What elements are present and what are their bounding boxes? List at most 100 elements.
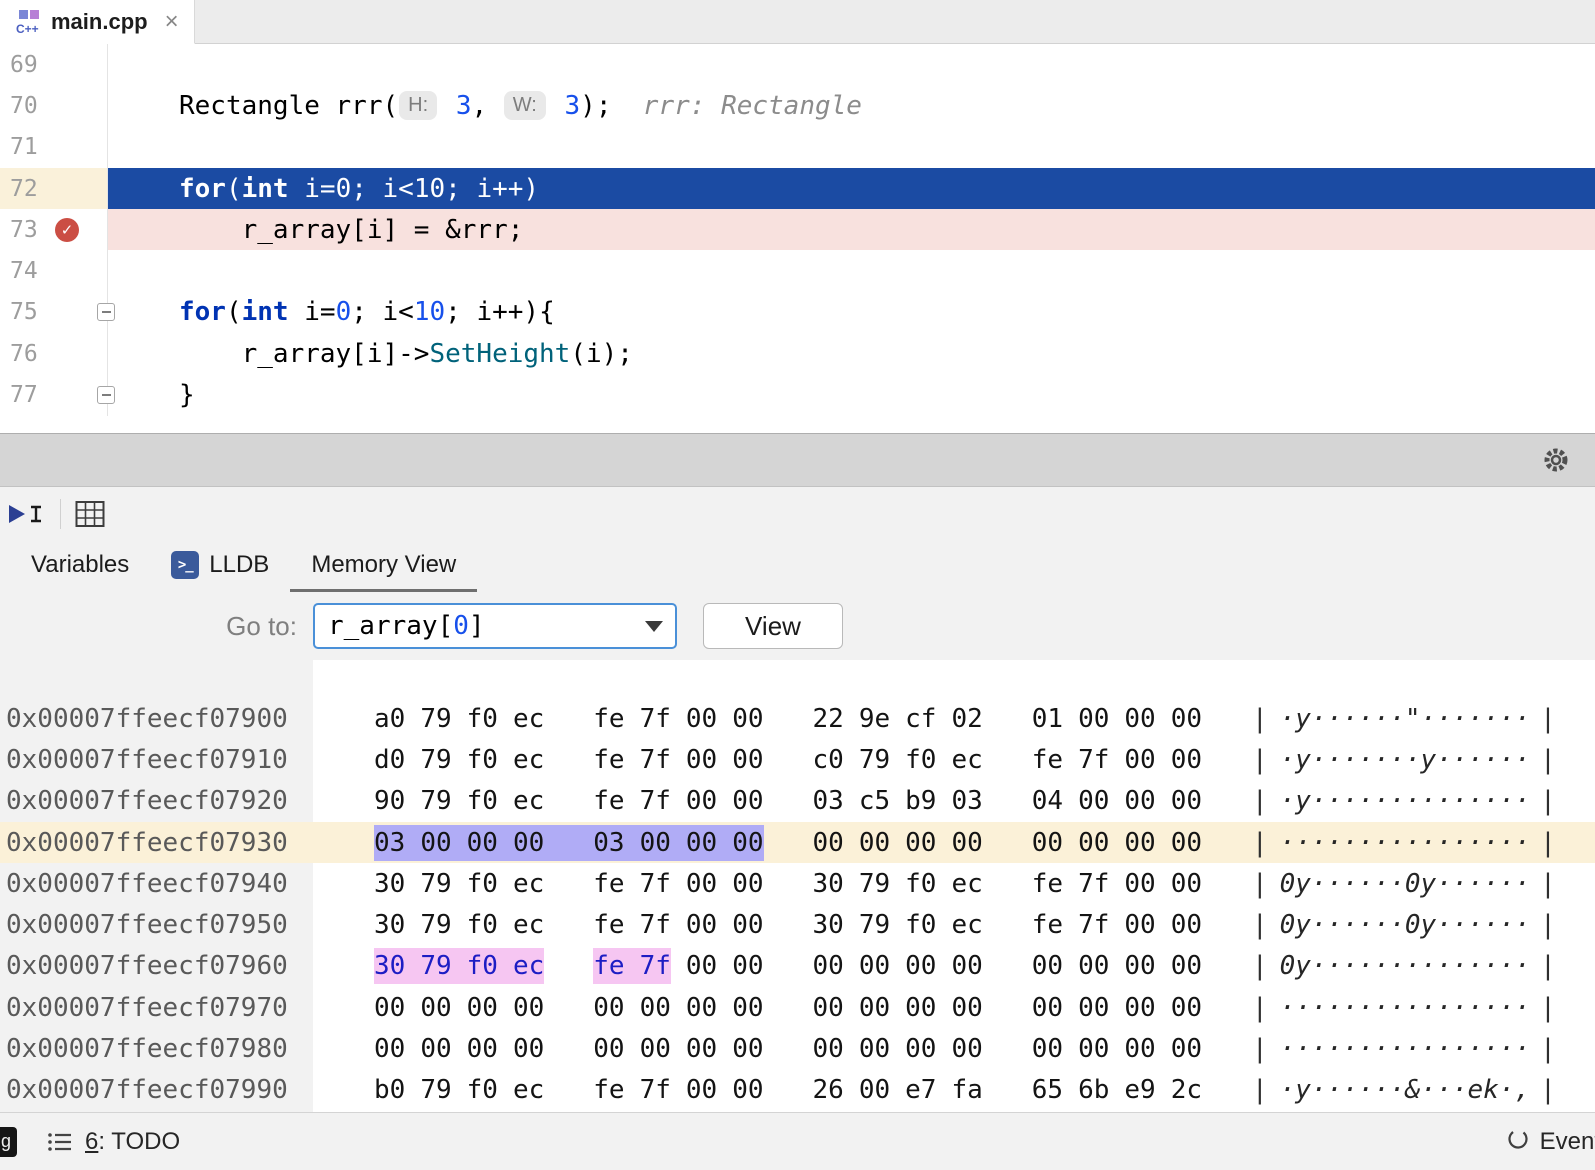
memory-byte[interactable]: 00 <box>732 1072 763 1108</box>
memory-byte[interactable]: 00 <box>640 1031 671 1067</box>
memory-byte[interactable]: 00 <box>732 990 763 1026</box>
memory-row[interactable]: 0x00007ffeecf079503079f0ecfe7f00003079f0… <box>0 904 1595 945</box>
memory-byte[interactable]: 00 <box>732 907 763 943</box>
memory-byte[interactable]: 00 <box>467 825 498 861</box>
memory-byte[interactable]: 00 <box>420 825 451 861</box>
memory-byte[interactable]: ec <box>513 1072 544 1108</box>
memory-byte[interactable]: 7f <box>1078 866 1109 902</box>
memory-byte[interactable]: 00 <box>1171 1031 1202 1067</box>
memory-byte[interactable]: 00 <box>859 990 890 1026</box>
memory-byte[interactable]: 00 <box>732 866 763 902</box>
memory-byte[interactable]: 00 <box>513 825 544 861</box>
event-log-icon[interactable] <box>1506 1127 1530 1156</box>
memory-byte[interactable]: fe <box>593 701 624 737</box>
memory-row[interactable]: 0x00007ffeecf079700000000000000000000000… <box>0 987 1595 1028</box>
editor-gutter[interactable]: 77 <box>0 374 108 415</box>
memory-byte[interactable]: f0 <box>467 948 498 984</box>
editor-gutter[interactable]: 73✓ <box>0 209 108 250</box>
memory-row[interactable]: 0x00007ffeecf07990b079f0ecfe7f00002600e7… <box>0 1070 1595 1111</box>
code-line[interactable]: 69 <box>0 44 1595 85</box>
memory-byte[interactable]: 79 <box>420 742 451 778</box>
memory-byte[interactable]: 00 <box>1124 1031 1155 1067</box>
memory-byte[interactable]: 03 <box>951 783 982 819</box>
line-number[interactable]: 71 <box>0 134 38 160</box>
line-number[interactable]: 77 <box>0 382 38 408</box>
memory-byte[interactable]: 30 <box>813 866 844 902</box>
memory-byte[interactable]: 00 <box>1171 948 1202 984</box>
memory-byte[interactable]: 03 <box>813 783 844 819</box>
memory-byte[interactable]: 00 <box>374 990 405 1026</box>
tab-lldb[interactable]: >_ LLDB <box>150 541 290 592</box>
memory-byte[interactable]: a0 <box>374 701 405 737</box>
memory-byte[interactable]: 00 <box>1171 866 1202 902</box>
memory-byte[interactable]: 00 <box>859 1031 890 1067</box>
memory-row[interactable]: 0x00007ffeecf079800000000000000000000000… <box>0 1028 1595 1069</box>
memory-byte[interactable]: ec <box>513 742 544 778</box>
memory-byte[interactable]: 01 <box>1032 701 1063 737</box>
editor-gutter[interactable]: 70 <box>0 85 108 126</box>
memory-byte[interactable]: 00 <box>905 825 936 861</box>
memory-byte[interactable]: fe <box>593 742 624 778</box>
memory-row[interactable]: 0x00007ffeecf079603079f0ecfe7f0000000000… <box>0 946 1595 987</box>
memory-row[interactable]: 0x00007ffeecf079403079f0ecfe7f00003079f0… <box>0 863 1595 904</box>
memory-byte[interactable]: 00 <box>686 948 717 984</box>
memory-byte[interactable]: 9e <box>859 701 890 737</box>
memory-byte[interactable]: 00 <box>1171 783 1202 819</box>
memory-row[interactable]: 0x00007ffeecf07900a079f0ecfe7f0000229ecf… <box>0 698 1595 739</box>
memory-byte[interactable]: 79 <box>420 866 451 902</box>
memory-byte[interactable]: 00 <box>1171 990 1202 1026</box>
memory-byte[interactable]: ec <box>951 742 982 778</box>
memory-byte[interactable]: fe <box>1032 907 1063 943</box>
line-number[interactable]: 74 <box>0 258 38 284</box>
memory-byte[interactable]: 00 <box>1078 783 1109 819</box>
editor-gutter[interactable]: 72 <box>0 168 108 209</box>
fold-open-icon[interactable] <box>97 303 115 321</box>
memory-byte[interactable]: 00 <box>1171 701 1202 737</box>
status-event-label[interactable]: Event <box>1540 1128 1595 1156</box>
memory-byte[interactable]: 00 <box>1078 990 1109 1026</box>
memory-byte[interactable]: fe <box>593 948 624 984</box>
panel-splitter[interactable] <box>0 433 1595 487</box>
memory-byte[interactable]: 00 <box>1078 701 1109 737</box>
memory-byte[interactable]: ec <box>951 866 982 902</box>
memory-byte[interactable]: 7f <box>640 742 671 778</box>
memory-byte[interactable]: 04 <box>1032 783 1063 819</box>
memory-byte[interactable]: 00 <box>467 1031 498 1067</box>
memory-byte[interactable]: 65 <box>1032 1072 1063 1108</box>
memory-byte[interactable]: 00 <box>686 1031 717 1067</box>
memory-byte[interactable]: f0 <box>467 783 498 819</box>
memory-byte[interactable]: ec <box>513 907 544 943</box>
memory-byte[interactable]: 22 <box>813 701 844 737</box>
memory-byte[interactable]: 30 <box>374 866 405 902</box>
memory-byte[interactable]: 7f <box>640 907 671 943</box>
memory-byte[interactable]: f0 <box>905 742 936 778</box>
memory-byte[interactable]: 00 <box>813 990 844 1026</box>
memory-byte[interactable]: 00 <box>813 1031 844 1067</box>
memory-byte[interactable]: fe <box>593 783 624 819</box>
memory-byte[interactable]: 00 <box>1124 948 1155 984</box>
memory-byte[interactable]: 90 <box>374 783 405 819</box>
memory-byte[interactable]: 00 <box>513 1031 544 1067</box>
memory-byte[interactable]: c0 <box>813 742 844 778</box>
memory-byte[interactable]: 00 <box>1032 825 1063 861</box>
line-number[interactable]: 76 <box>0 341 38 367</box>
memory-byte[interactable]: b9 <box>905 783 936 819</box>
editor-gutter[interactable]: 75 <box>0 292 108 333</box>
editor-gutter[interactable]: 74 <box>0 250 108 291</box>
memory-byte[interactable]: 00 <box>593 1031 624 1067</box>
memory-byte[interactable]: 00 <box>1124 990 1155 1026</box>
memory-byte[interactable]: 30 <box>374 907 405 943</box>
memory-grid-icon[interactable] <box>75 500 105 528</box>
memory-byte[interactable]: 00 <box>732 1031 763 1067</box>
memory-view-panel[interactable]: 0x00007ffeecf07900a079f0ecfe7f0000229ecf… <box>0 660 1595 1112</box>
memory-byte[interactable]: e7 <box>905 1072 936 1108</box>
memory-byte[interactable]: ec <box>513 866 544 902</box>
memory-byte[interactable]: 00 <box>732 948 763 984</box>
memory-byte[interactable]: 79 <box>420 948 451 984</box>
tab-variables[interactable]: Variables <box>10 541 150 592</box>
memory-byte[interactable]: cf <box>905 701 936 737</box>
memory-byte[interactable]: 7f <box>1078 742 1109 778</box>
memory-byte[interactable]: fe <box>593 907 624 943</box>
memory-byte[interactable]: 00 <box>686 783 717 819</box>
memory-byte[interactable]: 02 <box>951 701 982 737</box>
